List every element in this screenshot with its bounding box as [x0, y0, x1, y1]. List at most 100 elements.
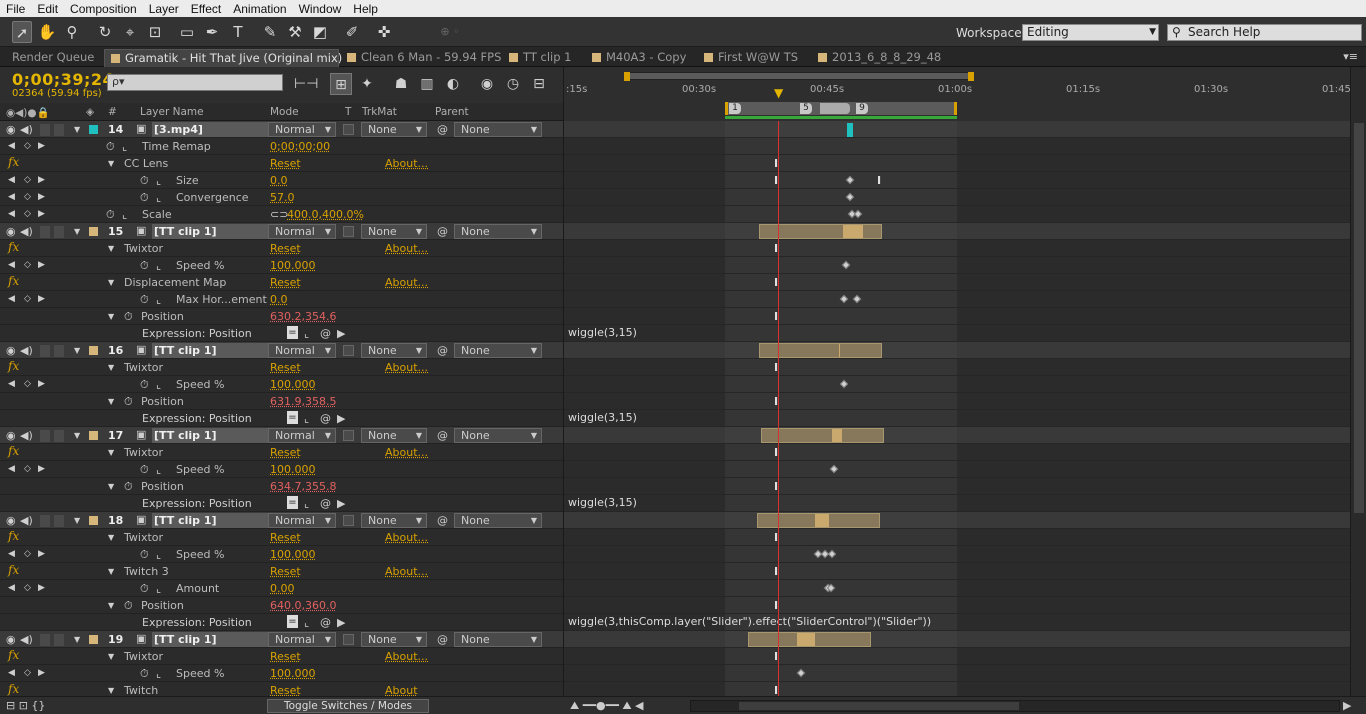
fx-icon[interactable]: fx — [8, 682, 19, 696]
layer-row[interactable]: ◉ ◀) ▼ 18 ▣ [TT clip 1] Normal ▼ None ▼ @ None ▼ — [0, 512, 563, 529]
lock-switch[interactable] — [54, 124, 64, 136]
shy-layers-icon[interactable]: ☗ — [390, 73, 412, 95]
next-keyframe-icon[interactable]: ▶ — [38, 260, 45, 270]
current-time-line[interactable] — [778, 121, 779, 696]
layer-row[interactable]: ◉ ◀) ▼ 19 ▣ [TT clip 1] Normal ▼ None ▼ @ None ▼ — [0, 631, 563, 648]
keyframe-icon[interactable] — [845, 192, 855, 202]
audio-icon[interactable]: ◀) — [20, 344, 33, 357]
property-value[interactable]: 0.00 — [270, 582, 295, 595]
reset-link[interactable]: Reset — [270, 276, 301, 289]
stopwatch-icon[interactable]: ⏱ — [140, 259, 149, 273]
keyframe-icon[interactable] — [852, 294, 862, 304]
prev-keyframe-icon[interactable]: ◀ — [8, 294, 15, 304]
pick-whip-icon[interactable]: @ — [437, 123, 448, 136]
frame-blending-icon[interactable]: ▥ — [416, 73, 438, 95]
vertical-scrollbar[interactable] — [1350, 67, 1366, 696]
effect-row[interactable]: fx ▼ Displacement Map Reset About... — [0, 274, 563, 291]
stopwatch-icon[interactable]: ⏱ — [124, 480, 133, 494]
parent-select[interactable]: None ▼ — [454, 632, 542, 647]
prev-keyframe-icon[interactable]: ◀ — [8, 464, 15, 474]
col-layer-name[interactable]: Layer Name — [140, 106, 204, 118]
prev-keyframe-icon[interactable]: ◀ — [8, 141, 15, 151]
blend-mode-select[interactable]: Normal ▼ — [268, 343, 336, 358]
chevron-down-icon[interactable]: ▼ — [108, 482, 114, 491]
scroll-right-icon[interactable]: ▶ — [1343, 699, 1351, 712]
preserve-transparency-checkbox[interactable] — [343, 345, 354, 356]
chevron-down-icon[interactable]: ▼ — [108, 652, 114, 661]
fx-icon[interactable]: fx — [8, 274, 19, 288]
reset-link[interactable]: Reset — [270, 157, 301, 170]
lock-switch[interactable] — [54, 345, 64, 357]
property-value[interactable]: 634.7,355.8 — [270, 480, 336, 493]
workspace-select[interactable]: Editing ▼ — [1022, 24, 1159, 41]
reset-link[interactable]: Reset — [270, 531, 301, 544]
parent-select[interactable]: None ▼ — [454, 122, 542, 137]
layer-duration-bar[interactable] — [748, 632, 871, 647]
tab-first-waw-ts[interactable]: First W@W TS — [698, 49, 798, 67]
expression-text[interactable]: wiggle(3,15) — [568, 326, 637, 339]
keyframe-icon[interactable] — [853, 209, 863, 219]
col-parent[interactable]: Parent — [435, 106, 469, 118]
property-row[interactable]: ◀ ◇ ▶ ⏱ ⌞ Speed % 100.000 — [0, 546, 563, 563]
add-keyframe-icon[interactable]: ◇ — [24, 583, 31, 593]
property-value[interactable]: 57.0 — [270, 191, 295, 204]
comp-marker[interactable]: 5 — [800, 103, 812, 114]
pick-whip-icon[interactable]: @ — [437, 429, 448, 442]
reset-link[interactable]: Reset — [270, 565, 301, 578]
property-value[interactable]: 0;00;00;00 — [270, 140, 330, 153]
audio-icon[interactable]: ◀) — [20, 123, 33, 136]
navigator-start-handle[interactable] — [624, 72, 630, 81]
stopwatch-icon[interactable]: ⏱ — [106, 208, 115, 222]
property-row[interactable]: ▼ ⏱ Position 640.0,360.0 — [0, 597, 563, 614]
graph-icon[interactable]: ⌞ — [304, 412, 309, 425]
about-link[interactable]: About... — [385, 157, 428, 170]
scrollbar-thumb[interactable] — [1354, 123, 1364, 513]
audio-icon[interactable]: ◀) — [20, 225, 33, 238]
menu-window[interactable]: Window — [293, 2, 348, 16]
eye-icon[interactable]: ◉ — [6, 225, 16, 238]
track-matte-select[interactable]: None ▼ — [361, 632, 427, 647]
track-area[interactable]: I I I I I Iwiggle(3,15) I Iwiggle(3,15) I Iwiggle… — [563, 121, 1350, 696]
link-icon[interactable]: ⊂⊃ — [270, 208, 288, 221]
property-row[interactable]: ◀ ◇ ▶ ⏱ ⌞ Speed % 100.000 — [0, 461, 563, 478]
pick-whip-icon[interactable]: @ — [437, 344, 448, 357]
effect-row[interactable]: fx ▼ Twixtor Reset About... — [0, 648, 563, 665]
roto-brush-tool-icon[interactable]: ✐ — [342, 21, 362, 43]
av-features-icon[interactable]: ◉◀)●🔒 — [6, 106, 50, 119]
track-matte-select[interactable]: None ▼ — [361, 343, 427, 358]
camera-tool-icon[interactable]: ⌖ — [120, 21, 140, 43]
property-value[interactable]: 0.0 — [270, 293, 288, 306]
add-keyframe-icon[interactable]: ◇ — [24, 141, 31, 151]
stopwatch-icon[interactable]: ⏱ — [140, 191, 149, 205]
chevron-down-icon[interactable]: ▼ — [74, 635, 80, 644]
layer-name[interactable]: [TT clip 1] — [152, 343, 277, 358]
blend-mode-select[interactable]: Normal ▼ — [268, 224, 336, 239]
label-color-swatch[interactable] — [89, 346, 98, 355]
menu-help[interactable]: Help — [347, 2, 384, 16]
expression-enable-icon[interactable]: = — [287, 496, 298, 509]
expression-text[interactable]: wiggle(3,15) — [568, 496, 637, 509]
stopwatch-icon[interactable]: ⏱ — [106, 140, 115, 154]
solo-switch[interactable] — [40, 515, 50, 527]
keyframe-icon[interactable] — [829, 464, 839, 474]
live-update-icon[interactable]: ⊞ — [330, 73, 352, 95]
blend-mode-select[interactable]: Normal ▼ — [268, 428, 336, 443]
label-color-swatch[interactable] — [89, 516, 98, 525]
pick-whip-icon[interactable]: @ — [437, 225, 448, 238]
time-ruler[interactable]: :15s 00:30s 00:45s 01:00s 01:15s 01:30s … — [563, 67, 1351, 121]
property-value[interactable]: 100.000 — [270, 548, 316, 561]
scrollbar-thumb[interactable] — [739, 702, 1019, 710]
lock-switch[interactable] — [54, 515, 64, 527]
menu-file[interactable]: File — [0, 2, 31, 16]
menu-layer[interactable]: Layer — [143, 2, 185, 16]
stopwatch-icon[interactable]: ⏱ — [140, 582, 149, 596]
solo-switch[interactable] — [40, 345, 50, 357]
motion-blur-icon[interactable]: ◐ — [442, 73, 464, 95]
layer-row[interactable]: ◉ ◀) ▼ 14 ▣ [3.mp4] Normal ▼ None ▼ @ None ▼ — [0, 121, 563, 138]
parent-select[interactable]: None ▼ — [454, 224, 542, 239]
add-keyframe-icon[interactable]: ◇ — [24, 379, 31, 389]
lock-switch[interactable] — [54, 226, 64, 238]
add-keyframe-icon[interactable]: ◇ — [24, 192, 31, 202]
expression-language-menu-icon[interactable]: ▶ — [337, 327, 345, 340]
navigator-end-handle[interactable] — [968, 72, 974, 81]
